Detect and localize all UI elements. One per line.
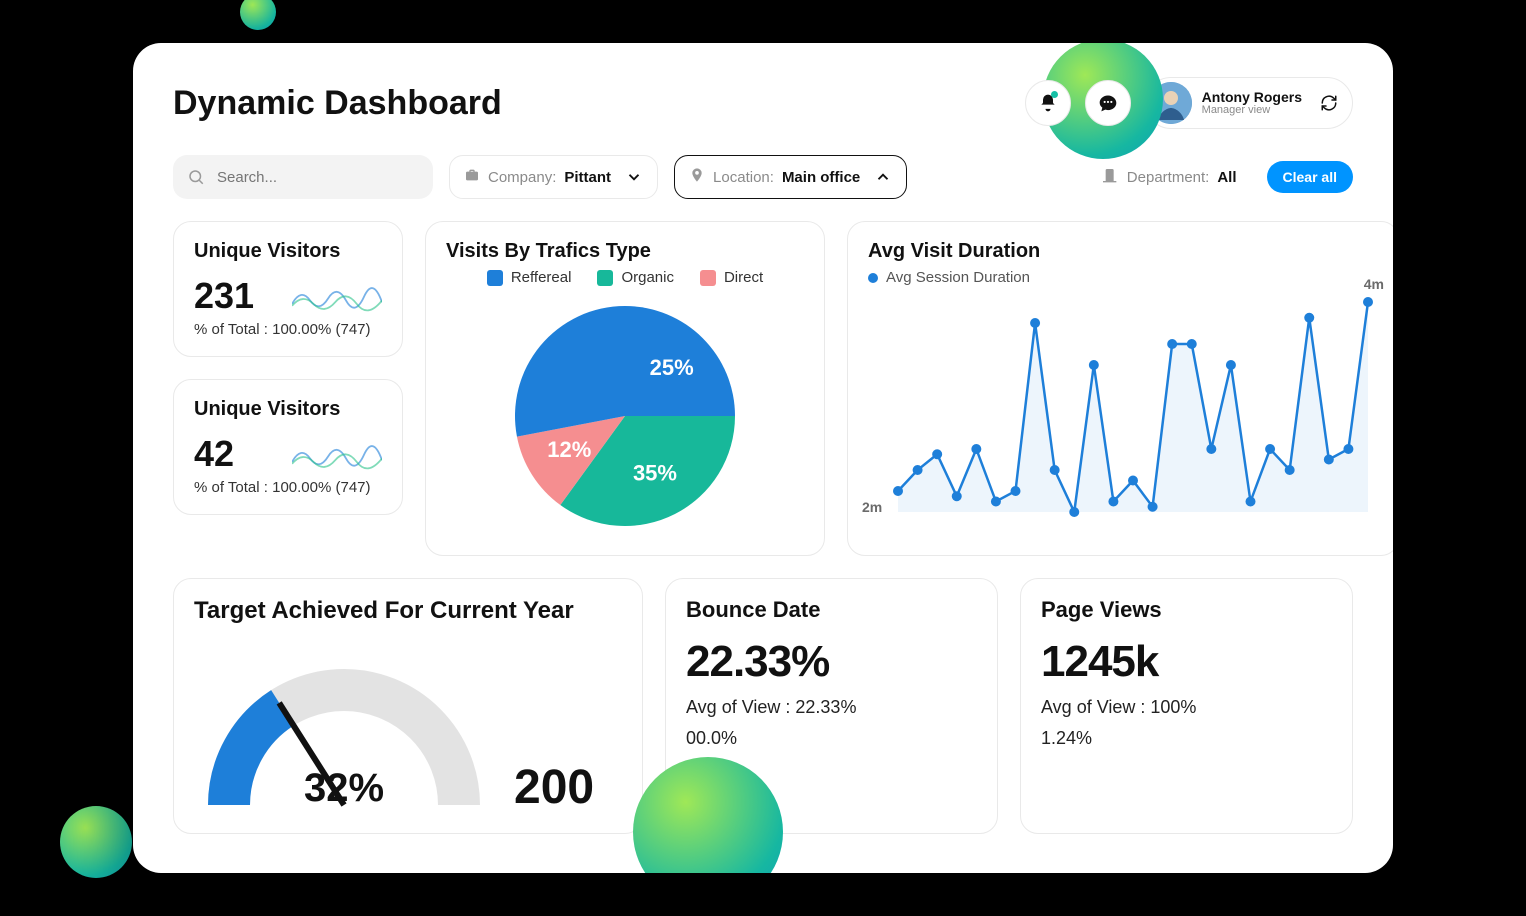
messages-button[interactable] [1085,80,1131,126]
legend-organic: Organic [597,269,674,286]
svg-text:25%: 25% [650,355,694,380]
decorative-ball [60,806,132,878]
legend-direct: Direct [700,269,763,286]
card-title: Unique Visitors [194,240,382,263]
location-filter[interactable]: Location: Main office [674,155,907,199]
bounce-value: 22.33% [686,637,977,687]
location-value: Main office [782,169,860,186]
legend-reffereal: Reffereal [487,269,572,286]
chevron-up-icon [874,168,892,186]
card-title: Bounce Date [686,597,977,623]
pin-icon [689,167,705,187]
chevron-down-icon [625,168,643,186]
card-title: Unique Visitors [194,398,382,421]
notifications-button[interactable] [1025,80,1071,126]
views-line-2: 1.24% [1041,728,1332,749]
unique-visitors-card-2: Unique Visitors 42 % of Total : 100.00% … [173,379,403,515]
building-icon [1103,167,1119,187]
search-input-wrap[interactable] [173,155,433,199]
dashboard-panel: Dynamic Dashboard Antony Rogers Manager … [133,43,1393,873]
uv1-value: 231 [194,275,254,317]
traffic-pie-chart: 25% 35% 12% [505,296,745,536]
user-role: Manager view [1202,104,1302,116]
views-line-1: Avg of View : 100% [1041,697,1332,718]
traffic-type-card: Visits By Trafics Type Reffereal Organic… [425,221,825,556]
department-value: All [1217,169,1236,186]
card-title: Page Views [1041,597,1332,623]
decorative-ball [240,0,276,30]
search-input[interactable] [215,168,419,187]
location-label: Location: [713,169,774,186]
y-min-label: 2m [862,499,882,515]
uv2-value: 42 [194,433,234,475]
company-value: Pittant [564,169,611,186]
target-card: Target Achieved For Current Year 32% 200 [173,578,643,834]
target-side-value: 200 [514,760,594,815]
company-filter[interactable]: Company: Pittant [449,155,658,199]
svg-text:12%: 12% [547,437,591,462]
department-filter[interactable]: Department: All [1089,155,1251,199]
refresh-icon[interactable] [1320,94,1338,112]
company-label: Company: [488,169,556,186]
chat-icon [1098,93,1118,113]
avg-legend: Avg Session Duration [868,269,1378,286]
svg-text:32%: 32% [304,766,384,810]
bounce-line-2: 00.0% [686,728,977,749]
y-max-label: 4m [1364,276,1384,292]
department-label: Department: [1127,169,1210,186]
uv1-sub: % of Total : 100.00% (747) [194,321,382,338]
user-name: Antony Rogers [1202,90,1302,104]
svg-text:35%: 35% [633,461,677,486]
card-title: Visits By Trafics Type [446,240,804,263]
uv2-sub: % of Total : 100.00% (747) [194,479,382,496]
sparkline-icon [292,435,382,471]
card-title: Avg Visit Duration [868,240,1378,263]
views-value: 1245k [1041,637,1332,687]
unique-visitors-card-1: Unique Visitors 231 % of Total : 100.00%… [173,221,403,357]
briefcase-icon [464,167,480,187]
page-views-card: Page Views 1245k Avg of View : 100% 1.24… [1020,578,1353,834]
search-icon [187,168,205,186]
clear-all-button[interactable]: Clear all [1267,161,1353,193]
card-title: Target Achieved For Current Year [194,597,622,625]
page-title: Dynamic Dashboard [173,84,502,123]
avg-visit-duration-card: Avg Visit Duration Avg Session Duration … [847,221,1393,556]
user-menu[interactable]: Antony Rogers Manager view [1145,77,1353,129]
target-gauge-chart: 32% [194,645,494,815]
avg-duration-line-chart [868,292,1378,532]
sparkline-icon [292,277,382,313]
bounce-line-1: Avg of View : 22.33% [686,697,977,718]
